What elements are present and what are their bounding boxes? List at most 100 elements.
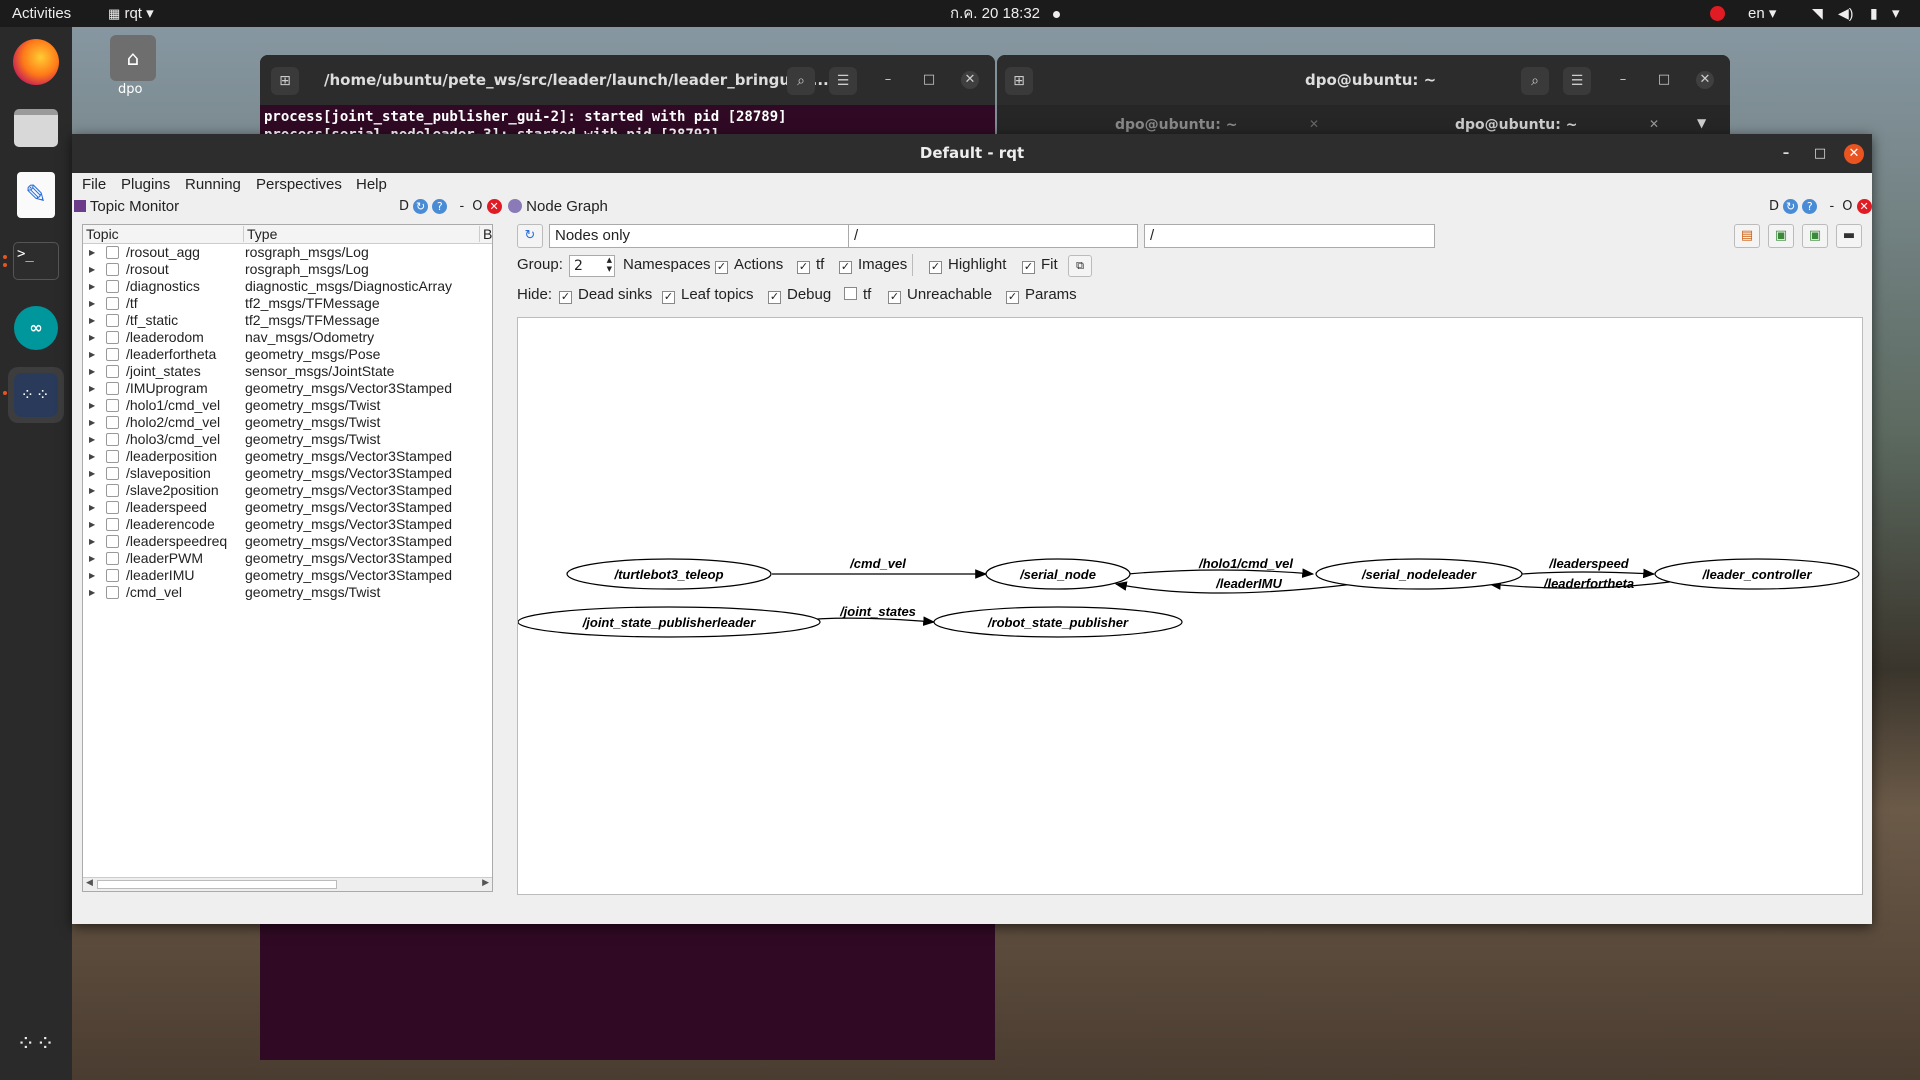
expand-arrow-icon[interactable]: ▶ [89,380,95,397]
scroll-right-icon[interactable]: ▶ [482,878,489,888]
scrollbar-thumb[interactable] [97,880,337,889]
expand-arrow-icon[interactable]: ▶ [89,312,95,329]
topic-checkbox[interactable] [106,263,119,276]
expand-arrow-icon[interactable]: ▶ [89,244,95,261]
topic-row[interactable]: ▶ /leaderencode geometry_msgs/Vector3Stamp… [83,516,492,533]
node-graph-canvas[interactable]: /turtlebot3_teleop /serial_node /serial_… [517,317,1863,895]
activities-button[interactable]: Activities [12,0,71,27]
topic-checkbox[interactable] [106,416,119,429]
close-icon[interactable]: ✕ [1856,199,1872,214]
minimize-icon[interactable]: – [1776,144,1796,164]
close-icon[interactable]: ✕ [1844,144,1864,164]
chevron-down-icon[interactable]: ▼ [1697,116,1706,130]
topic-row[interactable]: ▶ /leaderPWM geometry_msgs/Vector3Stamped [83,550,492,567]
minimize-icon[interactable]: – [1614,71,1632,89]
dock-minimize-button[interactable]: - [459,199,464,214]
topic-row[interactable]: ▶ /rosout_agg rosgraph_msgs/Log [83,244,492,261]
topic-checkbox[interactable] [106,365,119,378]
node-graph-title[interactable]: Node Graph [508,197,608,217]
topic-row[interactable]: ▶ /diagnostics diagnostic_msgs/DiagnosticA… [83,278,492,295]
tab-close-icon[interactable]: ✕ [1309,117,1319,131]
menu-perspectives[interactable]: Perspectives [256,176,342,193]
tab-label[interactable]: dpo@ubuntu: ~ [1455,117,1577,133]
topic-checkbox[interactable] [106,450,119,463]
battery-icon[interactable]: ▮ [1870,0,1878,27]
topic-row[interactable]: ▶ /holo2/cmd_vel geometry_msgs/Twist [83,414,492,431]
topic-row[interactable]: ▶ /tf_static tf2_msgs/TFMessage [83,312,492,329]
close-icon[interactable]: ✕ [961,71,979,89]
topic-checkbox[interactable] [106,348,119,361]
topic-tree[interactable]: Topic Type Ba ▶ /rosout_agg rosgraph_msgs/… [82,224,493,892]
topic-row[interactable]: ▶ /slave2position geometry_msgs/Vector3Sta… [83,482,492,499]
topic-checkbox[interactable] [106,535,119,548]
save-image-icon[interactable]: ▬ [1836,224,1862,248]
maximize-icon[interactable]: □ [1655,71,1673,89]
images-checkbox[interactable]: ✓ Images [839,255,907,275]
dock-float-button[interactable]: O [472,199,482,214]
expand-arrow-icon[interactable]: ▶ [89,465,95,482]
tab-label[interactable]: dpo@ubuntu: ~ [1115,117,1237,133]
namespace-filter-input[interactable]: / [848,224,1138,248]
new-tab-icon[interactable]: ⊞ [1005,67,1033,95]
clock[interactable]: ก.ค. 20 18:32 [950,0,1040,27]
dock-d-button[interactable]: D [399,199,409,214]
show-applications-icon[interactable]: ⁘⁘ [8,1017,64,1073]
close-icon[interactable]: ✕ [1696,71,1714,89]
language-indicator[interactable]: en ▾ [1748,0,1776,27]
expand-arrow-icon[interactable]: ▶ [89,533,95,550]
save-dot-icon[interactable]: ▣ [1768,224,1794,248]
rqt-window[interactable]: Default - rqt – □ ✕ File Plugins Running… [72,134,1872,924]
expand-arrow-icon[interactable]: ▶ [89,278,95,295]
dock-d-button[interactable]: D [1769,199,1779,214]
topic-row[interactable]: ▶ /leaderodom nav_msgs/Odometry [83,329,492,346]
fit-checkbox[interactable]: ✓ Fit [1022,255,1058,275]
topic-row[interactable]: ▶ /rosout rosgraph_msgs/Log [83,261,492,278]
arduino-icon[interactable]: ∞ [8,300,64,356]
expand-arrow-icon[interactable]: ▶ [89,346,95,363]
edge-leaderspeed[interactable] [1521,568,1656,579]
menu-file[interactable]: File [82,176,106,193]
hamburger-menu-icon[interactable]: ☰ [829,67,857,95]
search-icon[interactable]: ⌕ [1521,67,1549,95]
topic-checkbox[interactable] [106,586,119,599]
topic-row[interactable]: ▶ /cmd_vel geometry_msgs/Twist [83,584,492,601]
topic-row[interactable]: ▶ /leaderIMU geometry_msgs/Vector3Stamped [83,567,492,584]
topic-checkbox[interactable] [106,297,119,310]
topic-row[interactable]: ▶ /holo1/cmd_vel geometry_msgs/Twist [83,397,492,414]
expand-arrow-icon[interactable]: ▶ [89,397,95,414]
expand-arrow-icon[interactable]: ▶ [89,261,95,278]
group-spinbox[interactable]: 2 ▲ ▼ [569,255,615,277]
search-icon[interactable]: ⌕ [787,67,815,95]
chevron-down-icon[interactable]: ▾ [1892,0,1900,27]
hide-tf-checkbox[interactable]: tf [844,285,871,305]
spin-arrows-icon[interactable]: ▲ ▼ [607,256,612,274]
topic-checkbox[interactable] [106,399,119,412]
dock-minimize-button[interactable]: - [1829,199,1834,214]
topic-checkbox[interactable] [106,467,119,480]
topic-checkbox[interactable] [106,246,119,259]
expand-arrow-icon[interactable]: ▶ [89,295,95,312]
menu-running[interactable]: Running [185,176,241,193]
topic-checkbox[interactable] [106,569,119,582]
topic-monitor-title[interactable]: Topic Monitor [74,197,179,217]
wifi-icon[interactable]: ◥ [1812,0,1823,27]
app-menu[interactable]: ▦ rqt ▾ [108,0,154,27]
help-icon[interactable]: ? [1802,199,1818,214]
home-folder-icon[interactable]: ⌂ [110,35,156,81]
column-header-type[interactable]: Type [243,226,277,242]
leaf-topics-checkbox[interactable]: ✓ Leaf topics [662,285,754,305]
scroll-left-icon[interactable]: ◀ [86,878,93,888]
files-icon[interactable] [8,100,64,156]
menu-plugins[interactable]: Plugins [121,176,170,193]
minimize-icon[interactable]: – [879,71,897,89]
topic-checkbox[interactable] [106,433,119,446]
new-tab-icon[interactable]: ⊞ [271,67,299,95]
text-editor-icon[interactable]: ✎ [8,167,64,223]
topic-row[interactable]: ▶ /holo3/cmd_vel geometry_msgs/Twist [83,431,492,448]
dead-sinks-checkbox[interactable]: ✓ Dead sinks [559,285,652,305]
expand-arrow-icon[interactable]: ▶ [89,482,95,499]
topic-checkbox[interactable] [106,314,119,327]
tf-checkbox[interactable]: ✓ tf [797,255,824,275]
actions-checkbox[interactable]: ✓ Actions [715,255,783,275]
topic-row[interactable]: ▶ /tf tf2_msgs/TFMessage [83,295,492,312]
